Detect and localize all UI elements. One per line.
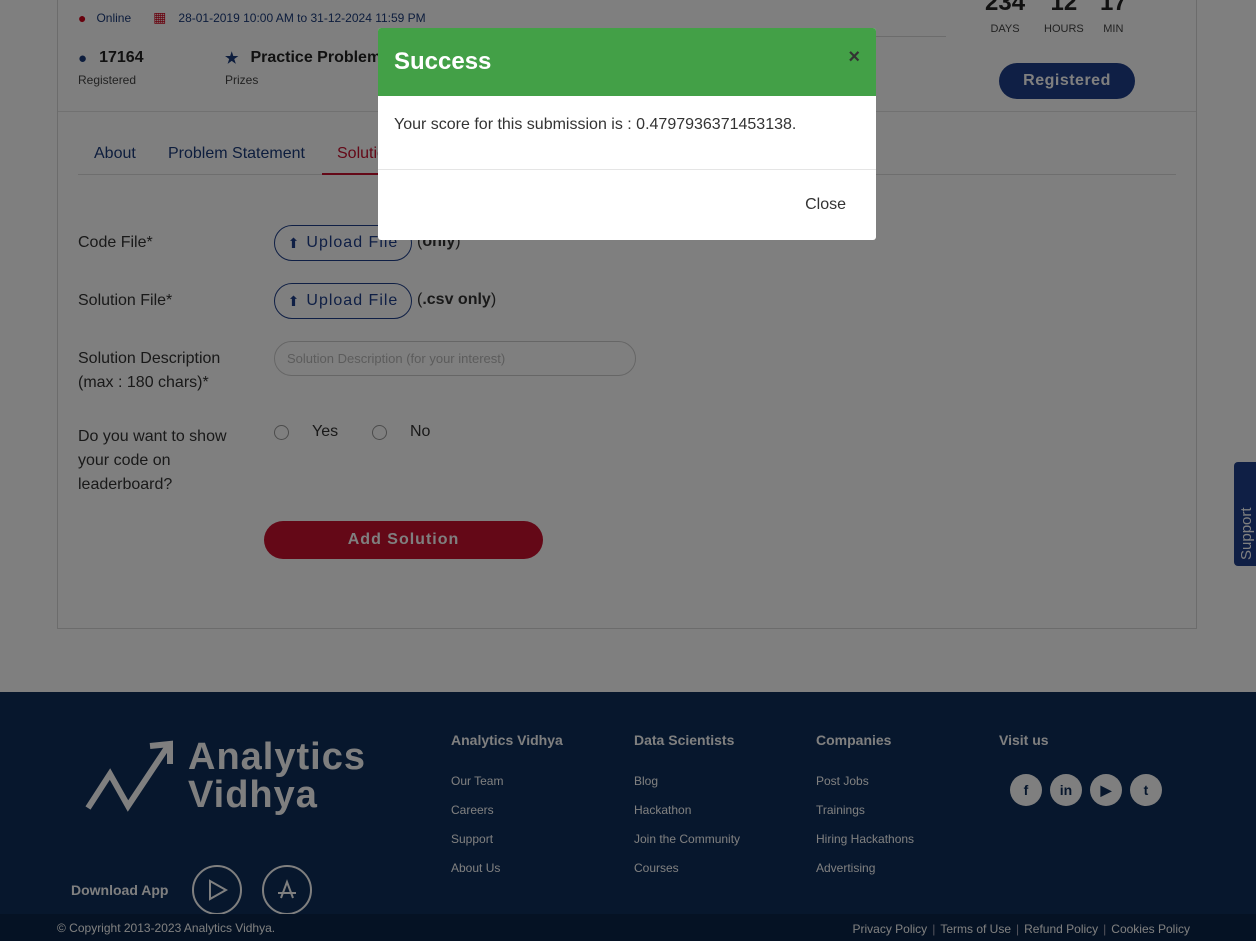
close-button[interactable]: Close [805,196,846,214]
modal-footer: Close [378,170,876,240]
success-modal: Success × Your score for this submission… [378,28,876,240]
modal-message: Your score for this submission is : 0.47… [378,96,876,170]
close-icon[interactable]: × [848,46,860,69]
modal-title: Success [394,48,492,75]
modal-header: Success × [378,28,876,96]
